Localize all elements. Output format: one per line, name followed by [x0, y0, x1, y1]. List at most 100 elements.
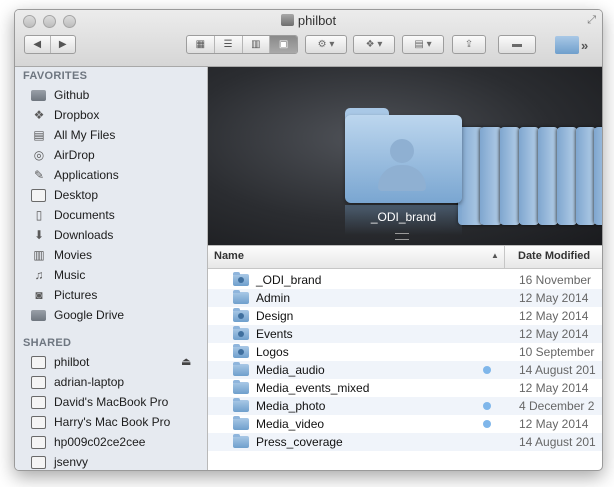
forward-button[interactable]: ▶ — [51, 36, 76, 53]
file-row[interactable]: Design 12 May 2014 — [208, 307, 602, 325]
folder-icon — [233, 416, 249, 430]
sidebar-item-label: David's MacBook Pro — [54, 395, 169, 409]
icon-view-button[interactable]: ▦ — [187, 36, 215, 53]
folder-icon — [31, 90, 46, 101]
file-date: 12 May 2014 — [519, 291, 589, 305]
dropbox-menu-button[interactable]: ❖ ▾ — [353, 35, 395, 54]
sidebar-item-github[interactable]: Github — [15, 85, 207, 105]
arrange-menu-button[interactable]: ▤ ▾ — [402, 35, 444, 54]
coverflow-folder-thumbnail[interactable] — [519, 127, 539, 225]
folder-icon — [31, 310, 46, 321]
sidebar-item-label: Movies — [54, 248, 93, 262]
sidebar-item-desktop[interactable]: Desktop — [15, 185, 207, 205]
file-row[interactable]: Media_audio 14 August 201 — [208, 361, 602, 379]
file-row[interactable]: Events 12 May 2014 — [208, 325, 602, 343]
action-menu-button[interactable]: ⚙ ▾ — [305, 35, 347, 54]
coverflow-resize-handle[interactable] — [395, 233, 409, 240]
share-button[interactable]: ⇪ — [452, 35, 486, 54]
sidebar-item-google-drive[interactable]: Google Drive — [15, 305, 207, 325]
file-date: 12 May 2014 — [519, 381, 589, 395]
file-row[interactable]: Media_photo 4 December 2 — [208, 397, 602, 415]
file-row[interactable]: Media_events_mixed 12 May 2014 — [208, 379, 602, 397]
sidebar-item-label: jsenvy — [54, 455, 89, 469]
sync-status-dot-icon — [483, 366, 491, 374]
sidebar-item-all-my-files[interactable]: ▤ All My Files — [15, 125, 207, 145]
downloads-icon: ⬇ — [33, 228, 45, 242]
sidebar-item-downloads[interactable]: ⬇ Downloads — [15, 225, 207, 245]
share-icon: ⇪ — [464, 39, 474, 50]
file-row[interactable]: Media_video 12 May 2014 — [208, 415, 602, 433]
sidebar-item-philbot[interactable]: philbot ⏏ — [15, 352, 207, 372]
file-name: Media_video — [256, 417, 325, 431]
shared-folder-person-icon — [390, 139, 414, 163]
column-header-date-modified[interactable]: Date Modified — [518, 250, 590, 262]
coverflow-folder-thumbnail[interactable] — [594, 127, 602, 225]
sidebar-item-label: AirDrop — [54, 148, 95, 162]
window-title-area: philbot — [15, 13, 602, 28]
coverflow-folder-thumbnail[interactable] — [500, 127, 520, 225]
sidebar-item-label: philbot — [54, 355, 90, 369]
sidebar-item-hp009c02ce2cee[interactable]: hp009c02ce2cee — [15, 432, 207, 452]
sidebar-item-adrian-laptop[interactable]: adrian-laptop — [15, 372, 207, 392]
tags-button[interactable]: ▬ — [498, 35, 536, 54]
folder-icon[interactable] — [555, 36, 579, 54]
desktop-icon — [31, 189, 46, 202]
column-view-button[interactable]: ▥ — [243, 36, 271, 53]
sidebar-item-harrys-mac-book-pro[interactable]: Harry's Mac Book Pro — [15, 412, 207, 432]
sidebar-item-movies[interactable]: ▥ Movies — [15, 245, 207, 265]
file-row[interactable]: Logos 10 September — [208, 343, 602, 361]
sync-status-dot-icon — [483, 402, 491, 410]
shared-folder-icon — [233, 326, 249, 340]
coverflow-folder-thumbnail[interactable] — [557, 127, 577, 225]
sidebar-item-label: Google Drive — [54, 308, 125, 322]
sidebar-item-label: Harry's Mac Book Pro — [54, 415, 171, 429]
folder-icon — [233, 290, 249, 304]
sidebar-item-documents[interactable]: ▯ Documents — [15, 205, 207, 225]
file-date: 14 August 201 — [519, 363, 596, 377]
file-date: 16 November — [519, 273, 592, 287]
column-divider[interactable] — [504, 246, 505, 268]
dropbox-icon: ❖ — [33, 108, 45, 122]
sync-status-dot-icon — [483, 420, 491, 428]
computer-icon — [31, 376, 46, 389]
cover-flow-view-button[interactable]: ▣ — [270, 36, 297, 53]
sidebar-item-airdrop[interactable]: ◎ AirDrop — [15, 145, 207, 165]
dropbox-icon: ❖ — [365, 39, 375, 50]
file-row[interactable]: Admin 12 May 2014 — [208, 289, 602, 307]
toolbar-overflow-button[interactable]: » — [581, 38, 588, 53]
file-row[interactable]: _ODI_brand 16 November — [208, 271, 602, 289]
fullscreen-icon[interactable]: ⤢ — [587, 14, 596, 27]
sidebar-item-applications[interactable]: ✎ Applications — [15, 165, 207, 185]
coverflow-folder-thumbnail[interactable] — [538, 127, 558, 225]
movies-icon: ▥ — [33, 248, 45, 262]
sidebar-item-jsenvy[interactable]: jsenvy — [15, 452, 207, 470]
eject-icon[interactable]: ⏏ — [181, 355, 191, 368]
sidebar-item-davids-macbook-pro[interactable]: David's MacBook Pro — [15, 392, 207, 412]
list-header: Name ▲ Date Modified — [208, 245, 602, 269]
applications-icon: ✎ — [33, 168, 45, 182]
file-date: 10 September — [519, 345, 595, 359]
back-button[interactable]: ◀ — [25, 36, 51, 53]
sort-ascending-icon: ▲ — [491, 251, 499, 260]
sidebar-item-label: Documents — [54, 208, 115, 222]
favorites-header: FAVORITES — [23, 70, 88, 82]
cover-flow-pane[interactable]: _ODI_brand — [208, 67, 602, 245]
file-date: 12 May 2014 — [519, 309, 589, 323]
sidebar-item-label: hp009c02ce2cee — [54, 435, 146, 449]
sidebar-item-label: adrian-laptop — [54, 375, 125, 389]
coverflow-folder-thumbnail[interactable] — [480, 127, 502, 225]
list-view-button[interactable]: ☰ — [215, 36, 243, 53]
coverflow-folder-thumbnail[interactable] — [576, 127, 596, 225]
computer-icon — [31, 436, 46, 449]
window-title: philbot — [297, 13, 337, 28]
documents-icon: ▯ — [35, 208, 43, 222]
sidebar-item-pictures[interactable]: ◙ Pictures — [15, 285, 207, 305]
back-forward-control: ◀ ▶ — [24, 35, 76, 54]
sidebar-item-music[interactable]: ♫ Music — [15, 265, 207, 285]
sidebar-item-dropbox[interactable]: ❖ Dropbox — [15, 105, 207, 125]
file-row[interactable]: Press_coverage 14 August 201 — [208, 433, 602, 451]
column-header-name[interactable]: Name — [214, 250, 244, 262]
music-icon: ♫ — [34, 268, 44, 282]
pictures-icon: ◙ — [35, 288, 43, 302]
tag-icon: ▬ — [512, 39, 522, 50]
